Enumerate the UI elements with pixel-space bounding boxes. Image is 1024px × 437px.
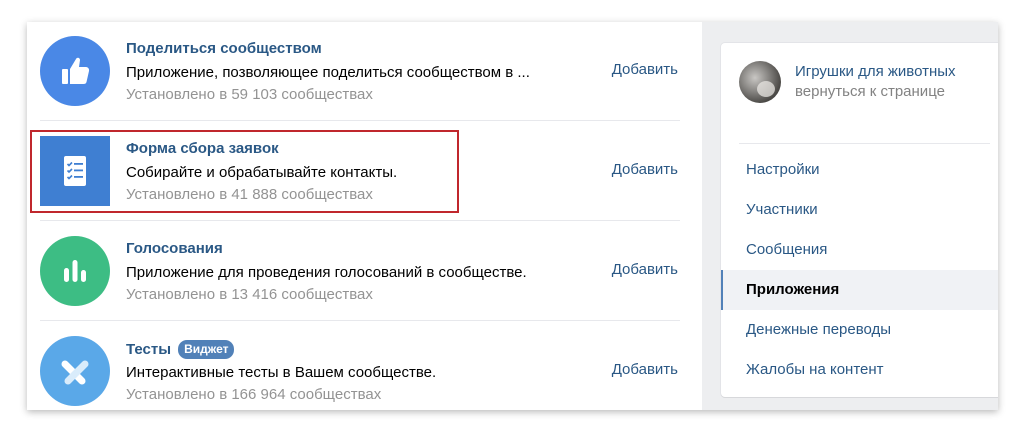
add-app-button[interactable]: Добавить	[612, 361, 678, 378]
app-title-line: Форма сбора заявок	[126, 140, 279, 157]
app-description: Приложение, позволяющее поделиться сообщ…	[126, 64, 530, 81]
app-title[interactable]: Поделиться сообществом	[126, 40, 322, 57]
app-row-polls: Голосования Приложение для проведения го…	[27, 221, 702, 321]
community-header[interactable]: Игрушки для животных вернуться к страниц…	[739, 61, 956, 103]
app-title[interactable]: Тесты	[126, 341, 171, 358]
menu-item-settings[interactable]: Настройки	[721, 150, 998, 190]
app-title[interactable]: Голосования	[126, 240, 223, 257]
app-description: Интерактивные тесты в Вашем сообществе.	[126, 364, 437, 381]
cross-icon[interactable]	[40, 336, 110, 406]
side-menu-panel: Игрушки для животных вернуться к страниц…	[721, 43, 998, 397]
menu-item-messages[interactable]: Сообщения	[721, 230, 998, 270]
app-title[interactable]: Форма сбора заявок	[126, 140, 279, 157]
thumbs-up-icon[interactable]	[40, 36, 110, 106]
add-app-button[interactable]: Добавить	[612, 61, 678, 78]
app-description: Приложение для проведения голосований в …	[126, 264, 527, 281]
app-title-line: Поделиться сообществом	[126, 40, 322, 57]
widget-badge: Виджет	[178, 340, 235, 359]
avatar[interactable]	[739, 61, 781, 103]
app-description: Собирайте и обрабатывайте контакты.	[126, 164, 398, 181]
app-title-line: Тесты Виджет	[126, 340, 235, 359]
app-installs: Установлено в 166 964 сообществах	[126, 386, 382, 403]
divider	[739, 143, 990, 144]
apps-list: Поделиться сообществом Приложение, позво…	[27, 22, 702, 410]
menu-item-content-complaints[interactable]: Жалобы на контент	[721, 350, 998, 390]
app-row-lead-form: Форма сбора заявок Собирайте и обрабатыв…	[27, 121, 702, 221]
back-to-page-link[interactable]: вернуться к странице	[795, 82, 956, 102]
community-text: Игрушки для животных вернуться к страниц…	[795, 62, 956, 102]
add-app-button[interactable]: Добавить	[612, 261, 678, 278]
checklist-icon[interactable]	[40, 136, 110, 206]
menu-item-members[interactable]: Участники	[721, 190, 998, 230]
add-app-button[interactable]: Добавить	[612, 161, 678, 178]
app-title-line: Голосования	[126, 240, 223, 257]
app-installs: Установлено в 13 416 сообществах	[126, 286, 373, 303]
bar-chart-icon[interactable]	[40, 236, 110, 306]
menu-item-money-transfers[interactable]: Денежные переводы	[721, 310, 998, 350]
app-installs: Установлено в 41 888 сообществах	[126, 186, 373, 203]
app-installs: Установлено в 59 103 сообществах	[126, 86, 373, 103]
app-row-tests: Тесты Виджет Интерактивные тесты в Вашем…	[27, 321, 702, 410]
community-name[interactable]: Игрушки для животных	[795, 62, 956, 82]
menu-item-apps[interactable]: Приложения	[721, 270, 998, 310]
side-menu: Настройки Участники Сообщения Приложения…	[721, 150, 998, 390]
app-row-share-community: Поделиться сообществом Приложение, позво…	[27, 22, 702, 121]
screenshot-frame: Поделиться сообществом Приложение, позво…	[27, 22, 998, 410]
